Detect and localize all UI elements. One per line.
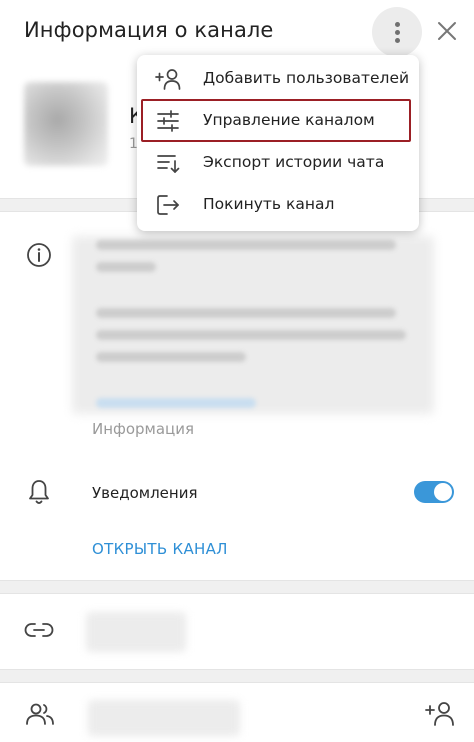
dot <box>395 22 400 27</box>
more-options-button[interactable] <box>372 7 422 57</box>
channel-options-menu: Добавить пользователей Управление канало… <box>137 55 419 231</box>
dot <box>395 30 400 35</box>
info-icon <box>27 243 51 267</box>
section-divider <box>0 669 474 683</box>
toggle-knob <box>434 483 452 501</box>
blurred-text-line <box>96 308 396 318</box>
members-icon <box>26 703 54 725</box>
info-caption: Информация <box>92 420 195 438</box>
menu-item-label: Экспорт истории чата <box>203 153 385 171</box>
blurred-text-line <box>96 240 396 250</box>
menu-item-export-history[interactable]: Экспорт истории чата <box>137 142 419 184</box>
close-icon[interactable] <box>434 18 460 44</box>
blurred-text-line <box>96 262 156 272</box>
bell-icon <box>29 480 49 504</box>
notifications-toggle[interactable] <box>414 481 454 503</box>
blurred-text-line <box>96 330 406 340</box>
blurred-link-line <box>96 398 256 408</box>
menu-item-add-users[interactable]: Добавить пользователей <box>137 58 419 100</box>
menu-item-leave-channel[interactable]: Покинуть канал <box>137 184 419 226</box>
menu-item-label: Покинуть канал <box>203 195 335 213</box>
page-title: Информация о канале <box>24 18 274 42</box>
section-divider <box>0 580 474 594</box>
open-channel-button[interactable]: ОТКРЫТЬ КАНАЛ <box>92 540 228 558</box>
notifications-label: Уведомления <box>92 484 198 502</box>
link-icon <box>24 623 54 637</box>
blurred-text-line <box>96 352 246 362</box>
leave-icon <box>157 195 179 215</box>
members-count-blurred <box>88 700 240 736</box>
dot <box>395 38 400 43</box>
add-user-icon <box>155 69 181 90</box>
channel-avatar <box>24 82 108 166</box>
menu-item-label: Добавить пользователей <box>203 69 410 87</box>
export-history-icon <box>157 155 180 173</box>
channel-link-blurred <box>86 612 186 652</box>
highlight-frame <box>141 99 411 142</box>
add-user-icon[interactable] <box>424 700 456 726</box>
